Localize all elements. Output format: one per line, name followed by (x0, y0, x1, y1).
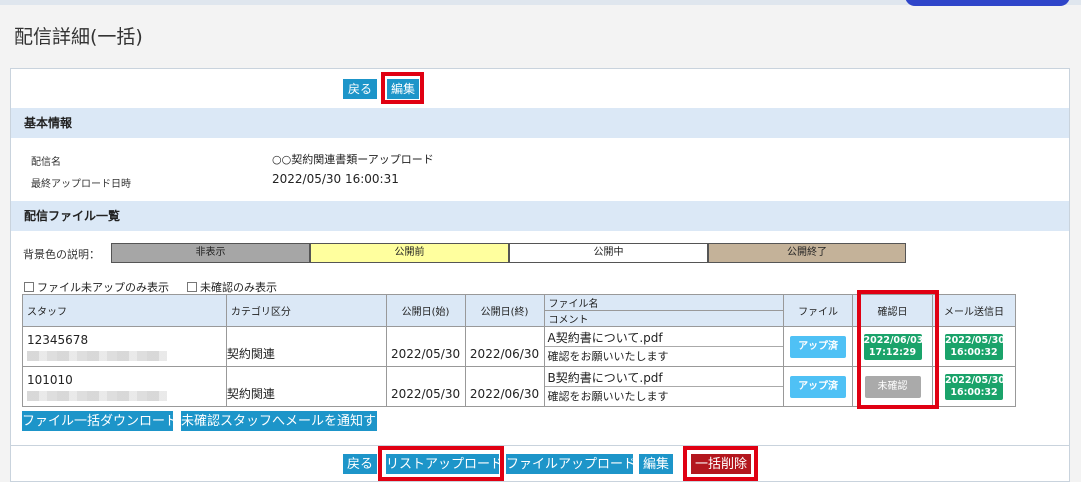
staff-name-redacted (27, 390, 167, 401)
col-publish-end: 公開日(終) (464, 294, 545, 327)
file-name-link[interactable]: A契約書について.pdf (544, 328, 784, 347)
publish-end-cell: 2022/06/30 (464, 366, 545, 407)
delivery-name-value: ○○契約関連書類ーアップロード (272, 153, 434, 166)
col-category: カテゴリ区分 (225, 294, 387, 327)
user-menu[interactable] (905, 0, 1070, 6)
edit-button[interactable]: 編集 (639, 454, 673, 474)
file-list-heading: 配信ファイル一覧 (11, 201, 1069, 231)
publish-start-cell: 2022/05/30 (385, 366, 466, 407)
edit-highlight (381, 72, 424, 104)
bulk-download-button[interactable]: ファイル一括ダウンロード (22, 411, 178, 431)
col-staff: スタッフ (22, 294, 227, 327)
mail-date-badge: 2022/05/30 16:00:32 (945, 333, 1005, 360)
comment-text: 確認をお願いいたします (547, 389, 669, 403)
mail-date: 2022/05/30 (945, 334, 1005, 346)
file-name-comment-cell: A契約書について.pdf 確認をお願いいたします (543, 326, 785, 367)
col-file-name: ファイル名 (543, 294, 785, 311)
checkbox-not-uploaded[interactable] (24, 282, 34, 292)
legend-hidden: 非表示 (111, 243, 310, 263)
filter-not-uploaded[interactable]: ファイル未アップのみ表示 (24, 279, 169, 295)
legend-publishing: 公開中 (509, 243, 708, 263)
back-button[interactable]: 戻る (343, 79, 377, 99)
mail-date: 2022/05/30 (945, 374, 1005, 386)
file-name-link[interactable]: B契約書について.pdf (544, 368, 784, 387)
last-upload-value: 2022/05/30 16:00:31 (272, 172, 399, 186)
legend-label: 背景色の説明： (23, 248, 100, 261)
publish-start-cell: 2022/05/30 (385, 326, 466, 367)
basic-info-heading: 基本情報 (11, 108, 1069, 138)
col-publish-start: 公開日(始) (385, 294, 466, 327)
file-status-cell: アップ済 (783, 366, 854, 407)
legend-before-publish: 公開前 (310, 243, 509, 263)
detail-panel: 戻る 編集 基本情報 配信名 ○○契約関連書類ーアップロード 最終アップロード日… (10, 68, 1070, 482)
confirmed-column-highlight (857, 290, 939, 409)
filter-unconfirmed-label: 未確認のみ表示 (200, 281, 277, 294)
filter-not-uploaded-label: ファイル未アップのみ表示 (37, 281, 169, 294)
uploaded-badge[interactable]: アップ済 (790, 375, 847, 398)
list-upload-highlight (378, 446, 504, 481)
staff-cell: 12345678 (22, 326, 227, 367)
category-cell: 契約関連 (225, 326, 387, 367)
mail-date-cell: 2022/05/30 16:00:32 (932, 366, 1016, 407)
uploaded-badge[interactable]: アップ済 (790, 335, 847, 358)
checkbox-unconfirmed[interactable] (187, 282, 197, 292)
file-name-comment-cell: B契約書について.pdf 確認をお願いいたします (543, 366, 785, 407)
comment-text: 確認をお願いいたします (547, 349, 669, 363)
staff-name-redacted (27, 350, 167, 361)
last-upload-label: 最終アップロード日時 (31, 179, 131, 190)
mail-time: 16:00:32 (950, 346, 998, 358)
staff-id: 101010 (27, 372, 73, 387)
filter-unconfirmed[interactable]: 未確認のみ表示 (187, 279, 277, 295)
staff-cell: 101010 (22, 366, 227, 407)
col-comment: コメント (543, 310, 785, 327)
legend-publish-ended: 公開終了 (708, 243, 906, 263)
divider (11, 445, 1069, 446)
file-status-cell: アップ済 (783, 326, 854, 367)
back-button[interactable]: 戻る (343, 454, 377, 474)
mail-time: 16:00:32 (950, 386, 998, 398)
mail-date-cell: 2022/05/30 16:00:32 (932, 326, 1016, 367)
mail-date-badge: 2022/05/30 16:00:32 (945, 373, 1005, 400)
col-file: ファイル (783, 294, 854, 327)
publish-end-cell: 2022/06/30 (464, 326, 545, 367)
staff-id: 12345678 (27, 332, 89, 347)
notify-unconfirmed-button[interactable]: 未確認スタッフへメールを通知する (181, 411, 389, 431)
delivery-name-label: 配信名 (31, 157, 61, 168)
category-cell: 契約関連 (225, 366, 387, 407)
file-upload-button[interactable]: ファイルアップロード (506, 454, 636, 474)
bulk-delete-highlight (683, 446, 758, 481)
page-title: 配信詳細(一括) (14, 26, 143, 48)
col-mail-sent-date: メール送信日 (932, 294, 1016, 327)
